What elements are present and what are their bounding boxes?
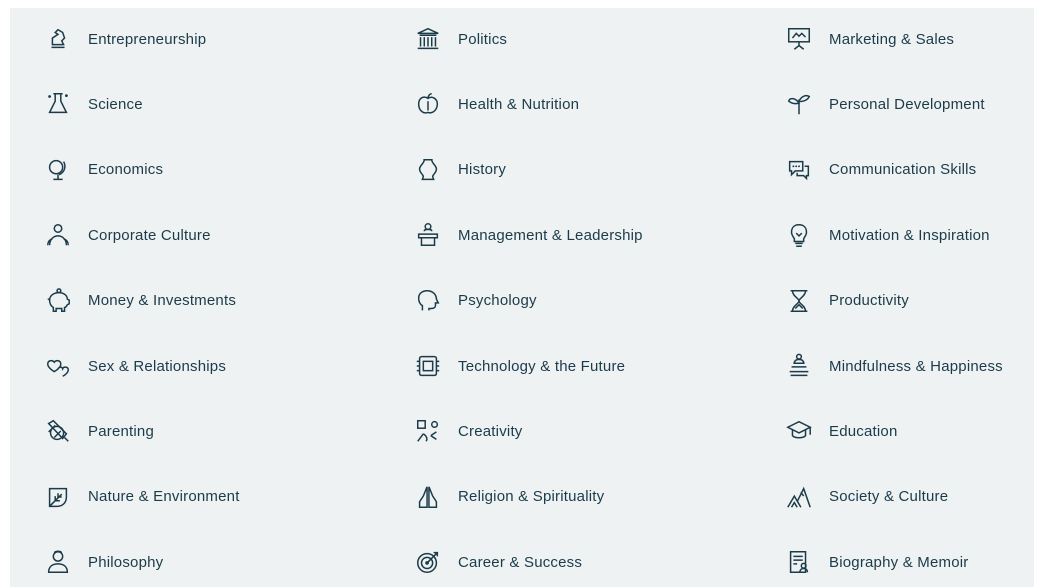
praying-hands-icon [412,481,444,513]
thinker-bust-icon [42,546,74,578]
category-item[interactable]: Biography & Memoir [783,540,969,584]
category-label: Mindfulness & Happiness [829,357,1003,375]
category-label: Money & Investments [88,292,237,310]
people-group-icon [42,219,74,251]
category-item[interactable]: Health & Nutrition [412,82,579,126]
speech-bubbles-icon [783,154,815,186]
category-label: Career & Success [458,553,583,571]
category-item[interactable]: Nature & Environment [42,475,240,519]
globe-stand-icon [42,154,74,186]
apple-icon [412,88,444,120]
category-item[interactable]: Economics [42,148,163,192]
category-item[interactable]: Money & Investments [42,279,236,323]
target-icon [412,546,444,578]
leaf-icon [42,481,74,513]
category-item[interactable]: Motivation & Inspiration [783,213,990,257]
category-item[interactable]: Creativity [412,409,523,453]
category-label: Motivation & Inspiration [829,226,990,244]
capitol-building-icon [412,23,444,55]
category-grid: Entrepreneurship Politics Marketing & Sale… [10,8,1034,587]
hourglass-icon [783,285,815,317]
hearts-icon [42,350,74,382]
meditation-stones-icon [783,350,815,382]
category-label: Productivity [829,292,909,310]
category-item[interactable]: Management & Leadership [412,213,643,257]
category-item[interactable]: Education [783,409,898,453]
category-item[interactable]: Communication Skills [783,148,976,192]
category-label: Religion & Spirituality [458,488,605,506]
category-label: Communication Skills [829,161,977,179]
category-item[interactable]: Religion & Spirituality [412,475,604,519]
head-profile-icon [412,285,444,317]
category-item[interactable]: Parenting [42,409,154,453]
baby-bottle-icon [42,415,74,447]
category-label: Corporate Culture [88,226,211,244]
podium-speaker-icon [412,219,444,251]
category-item[interactable]: Entrepreneurship [42,17,206,61]
category-label: Philosophy [88,553,164,571]
category-label: Biography & Memoir [829,553,969,571]
category-label: Sex & Relationships [88,357,227,375]
presentation-board-icon [783,23,815,55]
category-item[interactable]: Corporate Culture [42,213,211,257]
category-label: Marketing & Sales [829,30,955,48]
category-label: Science [88,95,143,113]
category-item[interactable]: Sex & Relationships [42,344,226,388]
chess-knight-icon [42,23,74,55]
category-label: Personal Development [829,95,985,113]
category-item[interactable]: Personal Development [783,82,985,126]
category-item[interactable]: Science [42,82,143,126]
document-person-icon [783,546,815,578]
category-item[interactable]: Productivity [783,279,909,323]
graduation-cap-icon [783,415,815,447]
category-label: Politics [458,30,508,48]
category-item[interactable]: History [412,148,506,192]
lightbulb-icon [783,219,815,251]
category-label: Nature & Environment [88,488,240,506]
tents-icon [783,481,815,513]
category-item[interactable]: Politics [412,17,507,61]
category-label: Education [829,422,898,440]
category-label: Economics [88,161,164,179]
category-label: Technology & the Future [458,357,626,375]
category-label: Management & Leadership [458,226,643,244]
category-label: Creativity [458,422,523,440]
category-label: Entrepreneurship [88,30,207,48]
flask-icon [42,88,74,120]
category-label: Health & Nutrition [458,95,580,113]
category-label: Psychology [458,292,537,310]
category-item[interactable]: Technology & the Future [412,344,625,388]
category-panel: Entrepreneurship Politics Marketing & Sale… [10,8,1034,587]
category-item[interactable]: Mindfulness & Happiness [783,344,1003,388]
category-item[interactable]: Society & Culture [783,475,948,519]
piggy-bank-icon [42,285,74,317]
category-label: History [458,161,507,179]
plant-sprout-icon [783,88,815,120]
shapes-icon [412,415,444,447]
category-item[interactable]: Marketing & Sales [783,17,954,61]
category-label: Parenting [88,422,155,440]
microchip-icon [412,350,444,382]
category-item[interactable]: Career & Success [412,540,582,584]
category-item[interactable]: Psychology [412,279,537,323]
vase-icon [412,154,444,186]
category-item[interactable]: Philosophy [42,540,163,584]
category-label: Society & Culture [829,488,949,506]
